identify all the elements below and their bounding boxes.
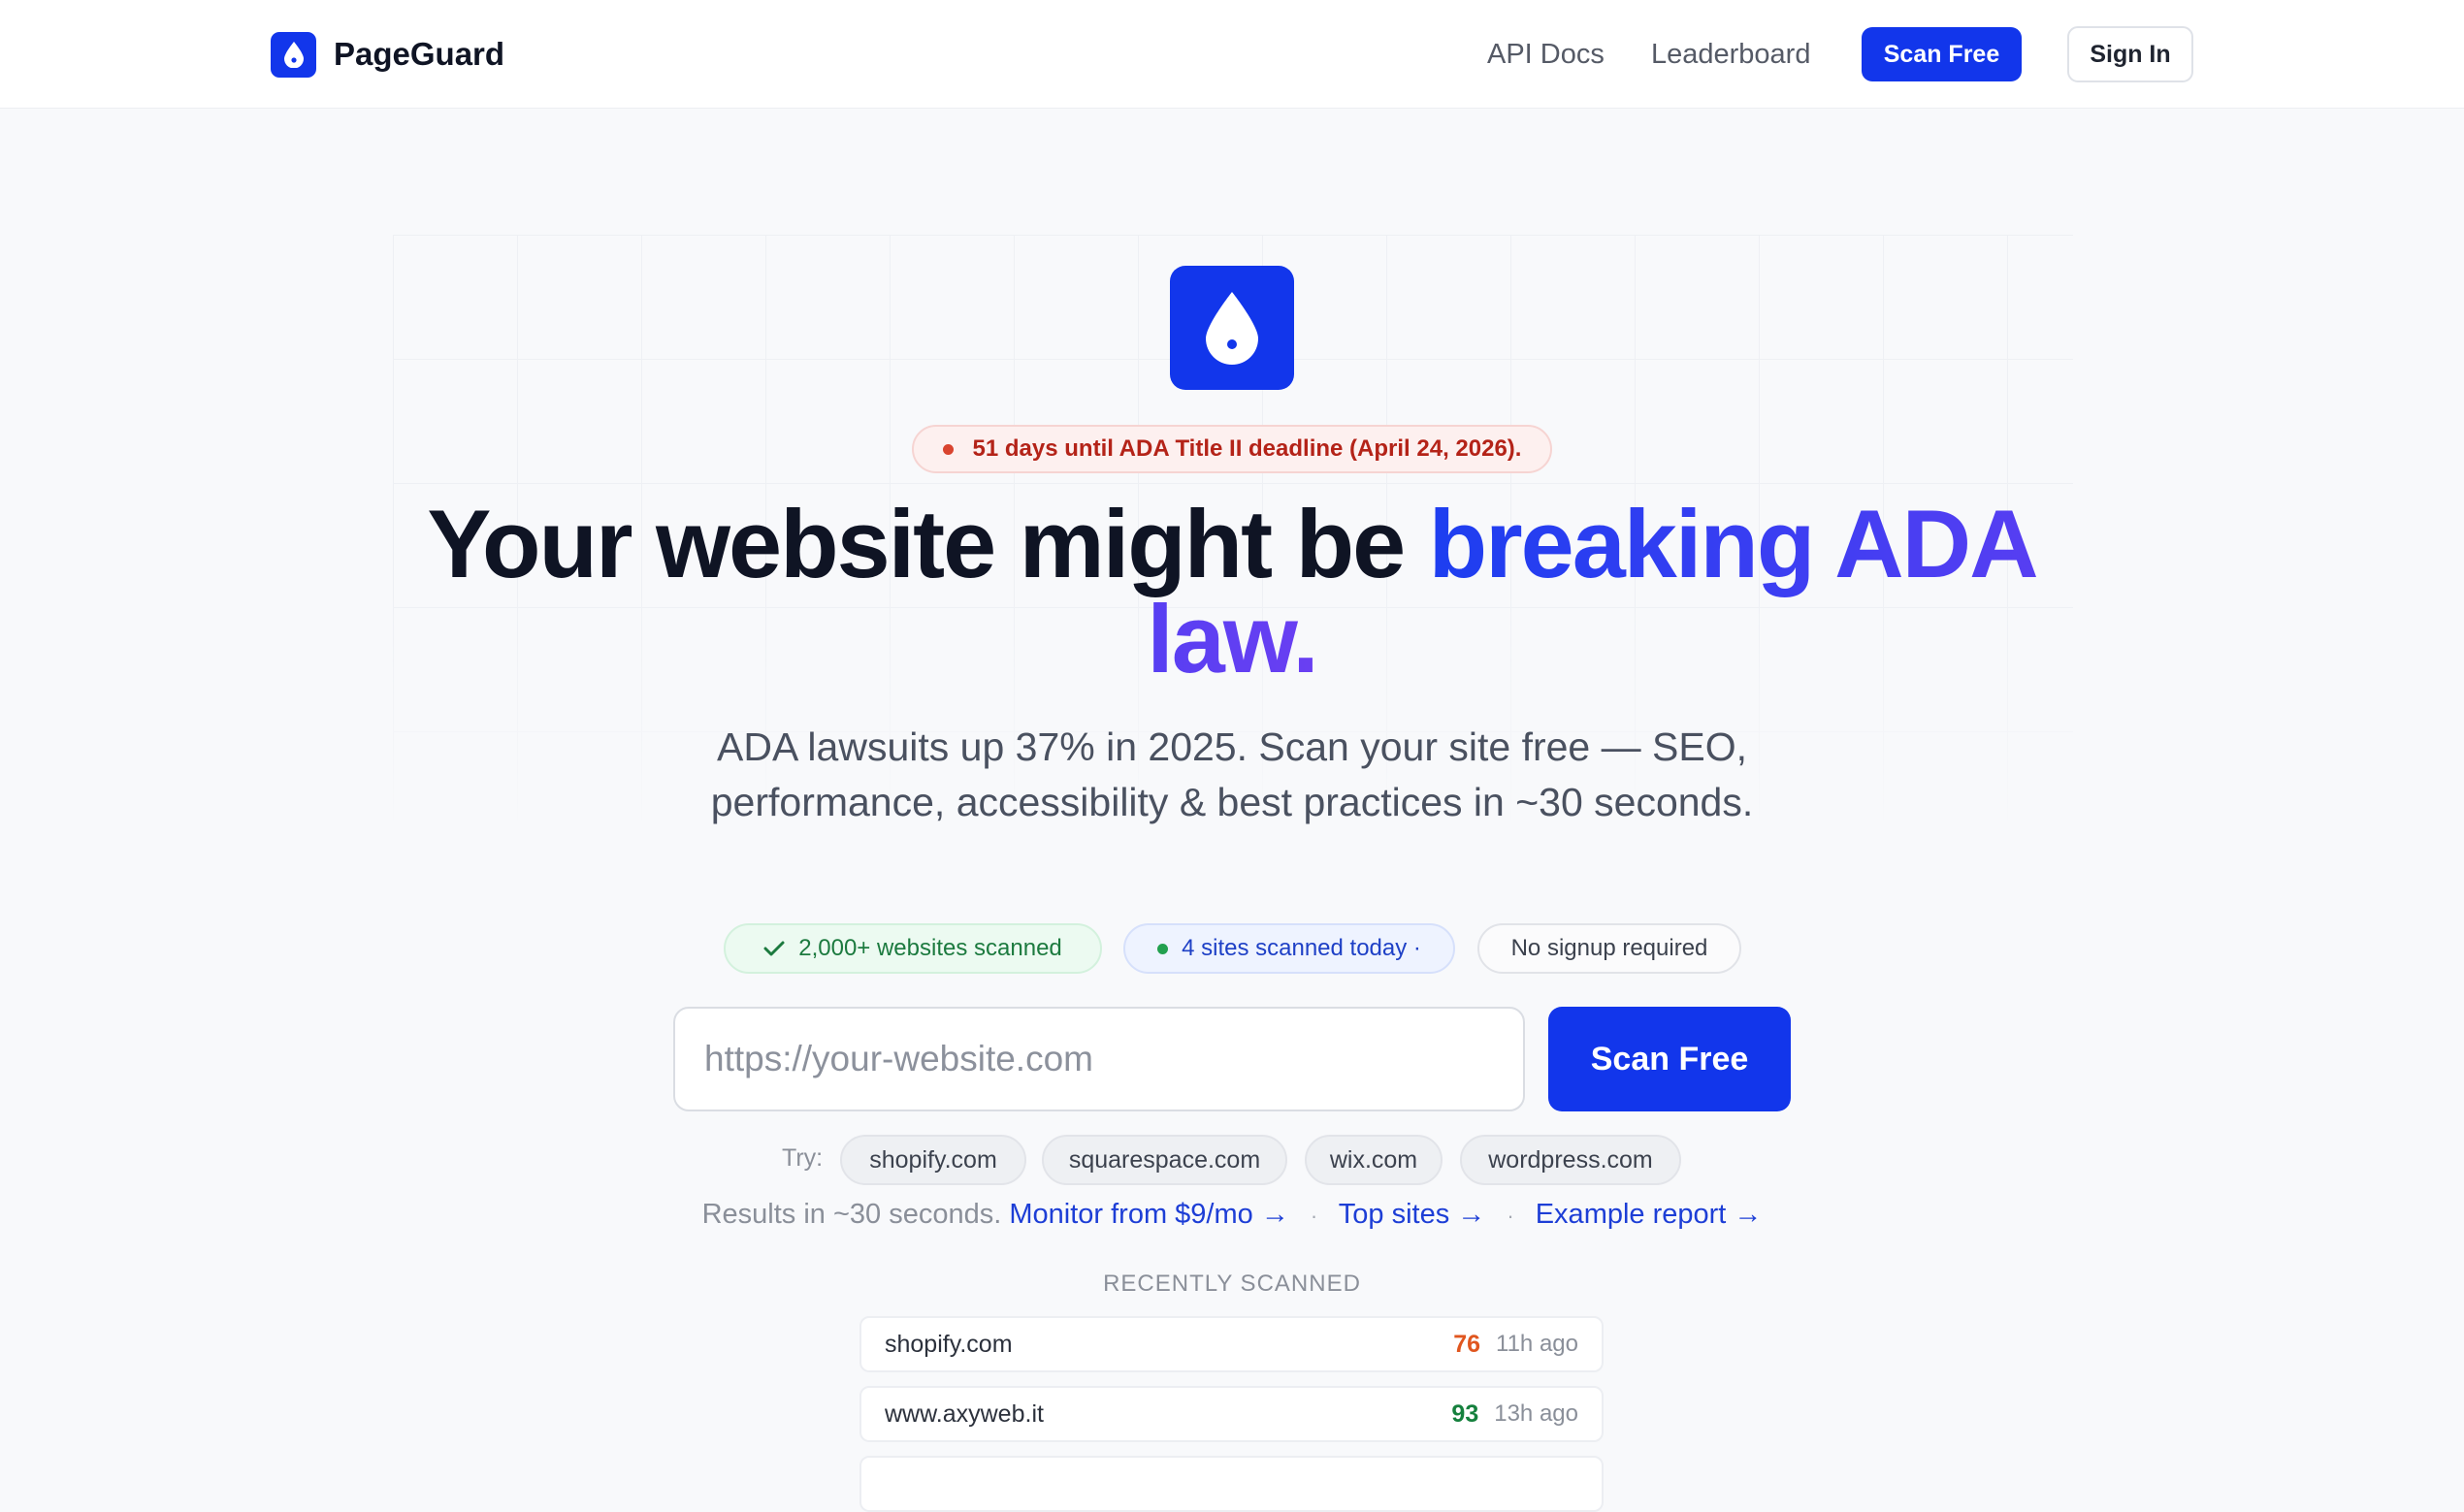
- suggestion-chip-wix[interactable]: wix.com: [1305, 1135, 1443, 1185]
- headline-plain: Your website might be: [427, 490, 1429, 597]
- live-dot-icon: [1157, 943, 1169, 954]
- recent-scan-row[interactable]: shopify.com 76 11h ago: [859, 1316, 1604, 1372]
- hero-subheadline: ADA lawsuits up 37% in 2025. Scan your s…: [710, 724, 1754, 824]
- deadline-text: 51 days until ADA Title II deadline (Apr…: [972, 435, 1522, 462]
- header-scan-free-button[interactable]: Scan Free: [1862, 27, 2022, 81]
- no-signup-badge: No signup required: [1477, 923, 1741, 974]
- brand[interactable]: PageGuard: [271, 31, 504, 78]
- sites-today-text: 4 sites scanned today ·: [1182, 935, 1421, 961]
- recent-time: 13h ago: [1494, 1400, 1578, 1427]
- url-input[interactable]: [673, 1007, 1525, 1111]
- scan-free-button[interactable]: Scan Free: [1548, 1007, 1791, 1111]
- hero-headline: Your website might be breaking ADA law.: [369, 496, 2095, 687]
- top-sites-link[interactable]: Top sites →: [1339, 1199, 1486, 1230]
- alert-dot-icon: [942, 443, 954, 455]
- info-links-line: Results in ~30 seconds. Monitor from $9/…: [0, 1199, 2464, 1231]
- check-icon: [763, 941, 785, 956]
- recent-domain: www.axyweb.it: [885, 1399, 1044, 1428]
- websites-scanned-badge: 2,000+ websites scanned: [724, 923, 1102, 974]
- separator: ·: [1310, 1204, 1318, 1228]
- results-time-text: Results in ~30 seconds.: [701, 1199, 1002, 1230]
- recent-score: 76: [1453, 1330, 1481, 1358]
- hero-drop-icon: [1170, 266, 1294, 390]
- nav-leaderboard[interactable]: Leaderboard: [1651, 35, 1810, 74]
- recent-time: 11h ago: [1496, 1331, 1578, 1357]
- nav-api-docs[interactable]: API Docs: [1487, 35, 1605, 74]
- no-signup-text: No signup required: [1510, 935, 1708, 961]
- sites-today-badge: 4 sites scanned today ·: [1123, 923, 1455, 974]
- recent-scan-row-partial[interactable]: [859, 1456, 1604, 1512]
- deadline-badge: 51 days until ADA Title II deadline (Apr…: [912, 425, 1552, 473]
- recent-scan-row[interactable]: www.axyweb.it 93 13h ago: [859, 1386, 1604, 1442]
- websites-scanned-text: 2,000+ websites scanned: [798, 935, 1062, 961]
- recent-domain: shopify.com: [885, 1330, 1013, 1358]
- suggestion-chip-squarespace[interactable]: squarespace.com: [1042, 1135, 1287, 1185]
- recently-scanned-title: RECENTLY SCANNED: [1103, 1271, 1361, 1297]
- suggestion-chip-wordpress[interactable]: wordpress.com: [1460, 1135, 1681, 1185]
- separator: ·: [1507, 1204, 1514, 1228]
- suggestion-chip-shopify[interactable]: shopify.com: [840, 1135, 1026, 1185]
- try-label: Try:: [782, 1144, 824, 1172]
- example-report-link[interactable]: Example report →: [1536, 1199, 1763, 1230]
- drop-logo-icon: [271, 31, 316, 78]
- monitor-pricing-link[interactable]: Monitor from $9/mo →: [1009, 1199, 1288, 1230]
- brand-name: PageGuard: [334, 36, 505, 72]
- recent-score: 93: [1451, 1399, 1479, 1428]
- site-header: PageGuard API Docs Leaderboard Scan Free…: [0, 0, 2464, 109]
- sign-in-button[interactable]: Sign In: [2067, 26, 2193, 82]
